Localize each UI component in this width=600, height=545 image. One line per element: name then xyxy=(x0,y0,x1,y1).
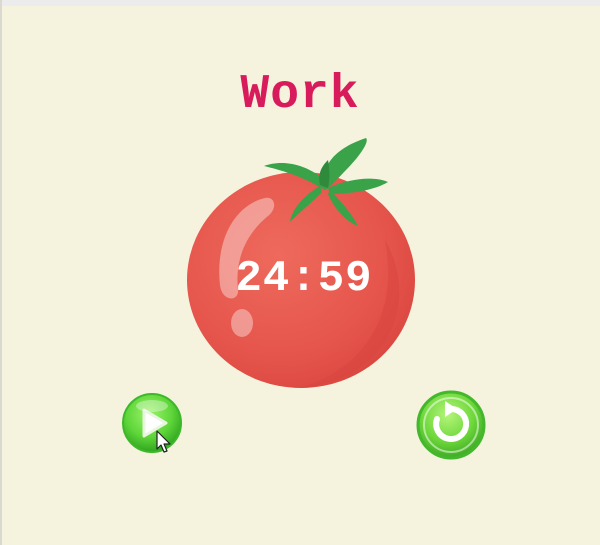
window-top-strip xyxy=(0,0,600,6)
play-icon xyxy=(122,393,182,453)
reset-button[interactable] xyxy=(415,389,487,461)
timer-display: 24:59 xyxy=(235,254,373,304)
mode-title: Work xyxy=(240,68,360,122)
reset-icon xyxy=(416,390,486,460)
play-button[interactable] xyxy=(121,392,183,454)
